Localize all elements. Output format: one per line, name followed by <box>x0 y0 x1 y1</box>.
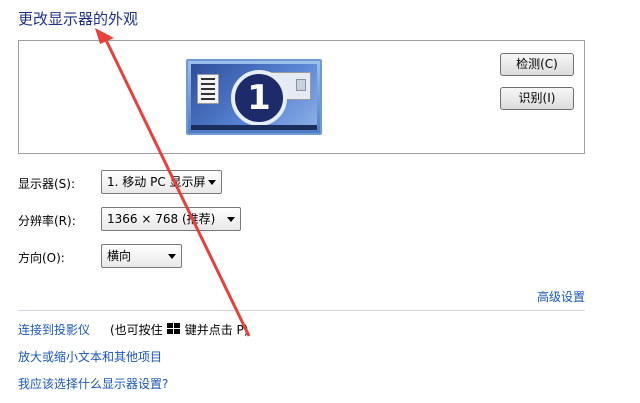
annotation-arrow-shaft <box>104 39 251 337</box>
annotation-arrow-head <box>95 28 114 44</box>
red-arrow-annotation <box>95 28 251 337</box>
